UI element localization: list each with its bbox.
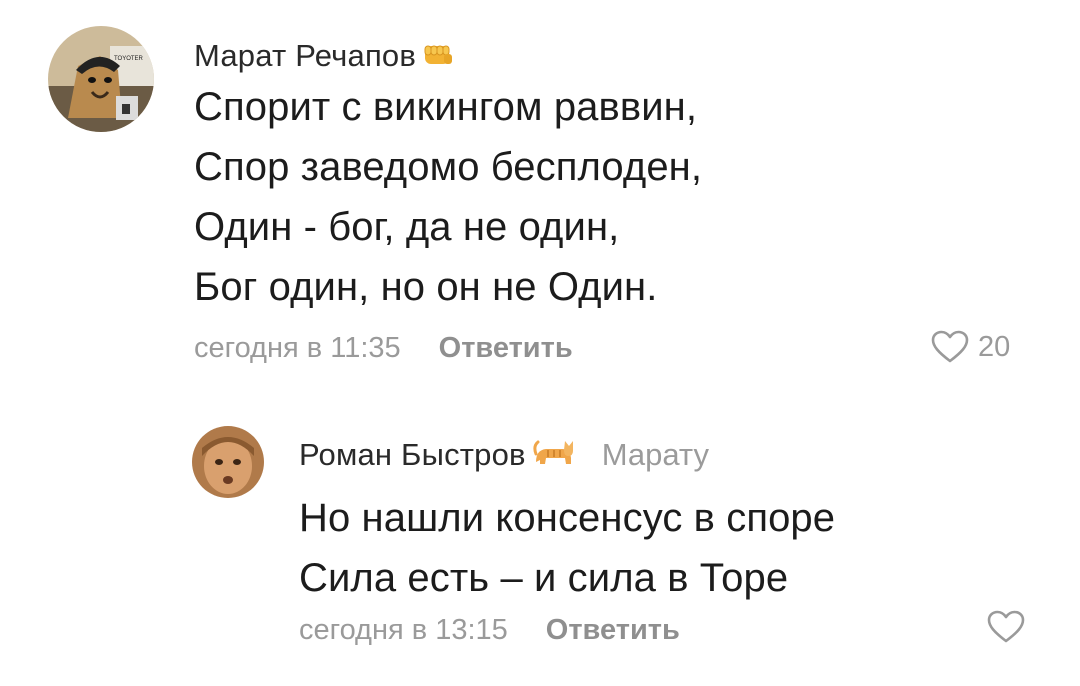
avatar-image: TOYOTER (48, 26, 154, 132)
avatar-image (192, 426, 264, 498)
cat-emoji-icon (532, 436, 576, 473)
comment-timestamp: сегодня в 13:15 (299, 614, 508, 646)
avatar[interactable] (192, 426, 264, 498)
author-name[interactable]: Марат Речапов (194, 38, 416, 74)
comment-text: Спорит с викингом раввин, Спор заведомо … (194, 77, 702, 317)
comment-line: Один - бог, да не один, (194, 205, 620, 249)
comment-line: Спорит с викингом раввин, (194, 85, 698, 129)
like-button[interactable] (986, 610, 1026, 644)
comment-text: Но нашли консенсус в споре Сила есть – и… (299, 488, 835, 608)
reply-button[interactable]: Ответить (439, 332, 573, 365)
comment-line: Сила есть – и сила в Торе (299, 556, 789, 600)
avatar[interactable]: TOYOTER (48, 26, 154, 132)
fist-emoji-icon (422, 40, 454, 73)
comment-meta: сегодня в 11:35 Ответить (194, 332, 573, 365)
comment-line: Спор заведомо бесплоден, (194, 145, 703, 189)
comment-timestamp: сегодня в 11:35 (194, 332, 401, 364)
comment-meta: сегодня в 13:15 Ответить (299, 614, 680, 647)
heart-icon (931, 330, 969, 363)
comment-author-row: Марат Речапов (194, 38, 454, 74)
reply-to-link[interactable]: Марату (602, 437, 709, 473)
comment-author-row: Роман Быстров Марату (299, 436, 709, 473)
heart-icon (987, 610, 1025, 643)
like-button[interactable]: 20 (930, 330, 1010, 364)
comment-line: Бог один, но он не Один. (194, 265, 658, 309)
svg-text:TOYOTER: TOYOTER (114, 56, 144, 62)
comment-line: Но нашли консенсус в споре (299, 496, 836, 540)
author-name[interactable]: Роман Быстров (299, 437, 526, 473)
like-count: 20 (978, 330, 1011, 363)
reply-button[interactable]: Ответить (546, 614, 680, 647)
